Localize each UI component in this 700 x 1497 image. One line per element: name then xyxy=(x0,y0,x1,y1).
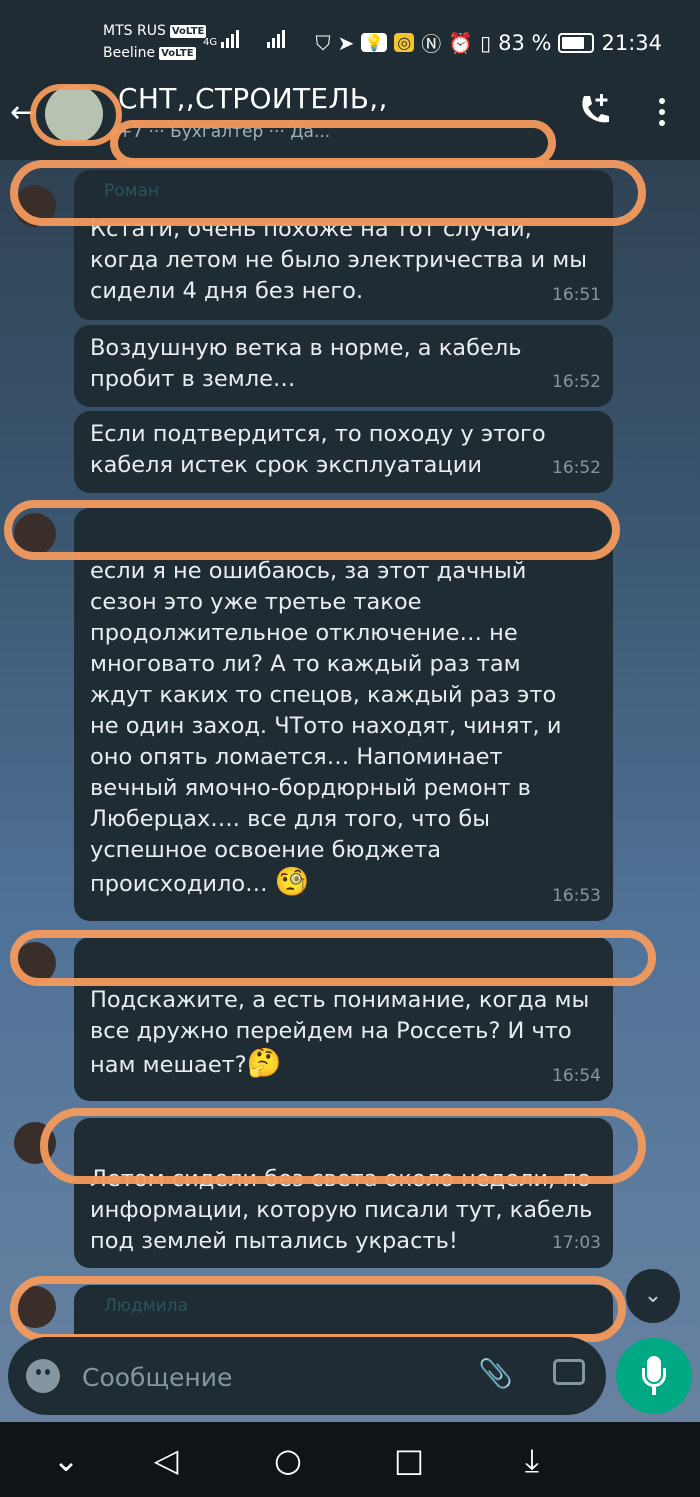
alarm-icon: ⏰ xyxy=(448,30,474,55)
battery-icon xyxy=(558,32,595,53)
message-text-body: если я не ошибаюсь, за этот дачный сезон… xyxy=(90,558,562,897)
monocle-face-emoji: 🧐 xyxy=(274,865,310,898)
redaction-scribble xyxy=(10,930,656,986)
signal-icon-2 xyxy=(267,28,286,48)
shield-icon: ⛉ xyxy=(315,30,331,55)
message-text: Подскажите, а есть понимание, когда мы в… xyxy=(90,985,590,1081)
double-chevron-down-icon[interactable]: ⌄ xyxy=(626,1269,680,1323)
recents-square-icon[interactable]: □ xyxy=(389,1440,429,1480)
message-input[interactable] xyxy=(80,1355,384,1399)
message-time: 17:03 xyxy=(552,1233,601,1253)
message-time: 16:53 xyxy=(552,886,601,906)
signal-group: 4G xyxy=(203,28,286,48)
message-time: 16:54 xyxy=(552,1066,601,1086)
carrier-info: MTS RUS VoLTE Beeline VoLTE xyxy=(103,20,207,64)
status-icons: ⛉ ➤ 💡 ◎ Ⓝ ⏰ ▯ 83 % 21:34 xyxy=(316,28,662,57)
carrier-1: MTS RUS xyxy=(103,23,166,39)
message-text: Кстати, очень похоже на тот случай, когд… xyxy=(90,216,588,304)
message-bubble[interactable]: если я не ошибаюсь, за этот дачный сезон… xyxy=(74,508,613,921)
redaction-scribble xyxy=(10,1276,626,1342)
battery-level: 83 % xyxy=(498,30,552,55)
volte-badge-2: VoLTE xyxy=(159,46,196,60)
camera-icon[interactable] xyxy=(553,1359,585,1385)
thinking-face-emoji: 🤔 xyxy=(246,1046,282,1079)
status-bar: MTS RUS VoLTE Beeline VoLTE 4G ⛉ ➤ 💡 ◎ Ⓝ ⏰… xyxy=(0,0,700,70)
more-vert-icon[interactable] xyxy=(650,95,674,131)
redaction-scribble xyxy=(30,84,122,146)
target-icon: ◎ xyxy=(394,33,415,52)
nfc-icon: Ⓝ xyxy=(421,32,442,56)
volte-badge-1: VoLTE xyxy=(169,24,207,38)
telegram-icon: ➤ xyxy=(337,30,355,55)
message-text-body: Подскажите, а есть понимание, когда мы в… xyxy=(90,987,590,1078)
system-nav-bar: ⌄ ◁ ○ □ ⤓ xyxy=(0,1422,700,1497)
vibrate-icon: ▯ xyxy=(480,30,492,55)
bulb-icon: 💡 xyxy=(361,33,388,52)
message-text: Воздушную ветка в норме, а кабель пробит… xyxy=(90,335,522,392)
carrier-2: Beeline xyxy=(103,45,156,61)
message-bubble[interactable]: Воздушную ветка в норме, а кабель пробит… xyxy=(74,325,613,407)
emoji-icon[interactable] xyxy=(26,1359,60,1393)
message-time: 16:51 xyxy=(552,285,601,305)
message-composer: 📎 xyxy=(8,1337,606,1415)
home-circle-icon[interactable]: ○ xyxy=(268,1440,308,1480)
message-text: Если подтвердится, то походу у этого каб… xyxy=(90,421,546,478)
redaction-scribble xyxy=(4,500,620,560)
clock: 21:34 xyxy=(601,30,662,55)
mic-button[interactable] xyxy=(616,1338,692,1414)
message-time: 16:52 xyxy=(552,458,601,478)
notification-pull-icon[interactable]: ⤓ xyxy=(512,1440,552,1480)
network-type: 4G xyxy=(203,37,218,48)
redaction-scribble xyxy=(40,1108,646,1184)
chat-header: ← СНТ,,СТРОИТЕЛЬ,, +7 ··· Бухгалтер ··· … xyxy=(0,70,700,166)
paperclip-icon[interactable]: 📎 xyxy=(478,1357,513,1390)
back-triangle-icon[interactable]: ◁ xyxy=(146,1440,186,1480)
add-call-icon[interactable] xyxy=(576,92,612,128)
message-time: 16:52 xyxy=(552,372,601,392)
signal-icon xyxy=(221,28,240,48)
chat-title[interactable]: СНТ,,СТРОИТЕЛЬ,, xyxy=(118,82,388,115)
chevron-down-icon[interactable]: ⌄ xyxy=(46,1440,86,1480)
message-bubble[interactable]: Если подтвердится, то походу у этого каб… xyxy=(74,411,613,493)
message-text: если я не ошибаюсь, за этот дачный сезон… xyxy=(90,556,580,900)
redaction-scribble xyxy=(10,160,646,226)
